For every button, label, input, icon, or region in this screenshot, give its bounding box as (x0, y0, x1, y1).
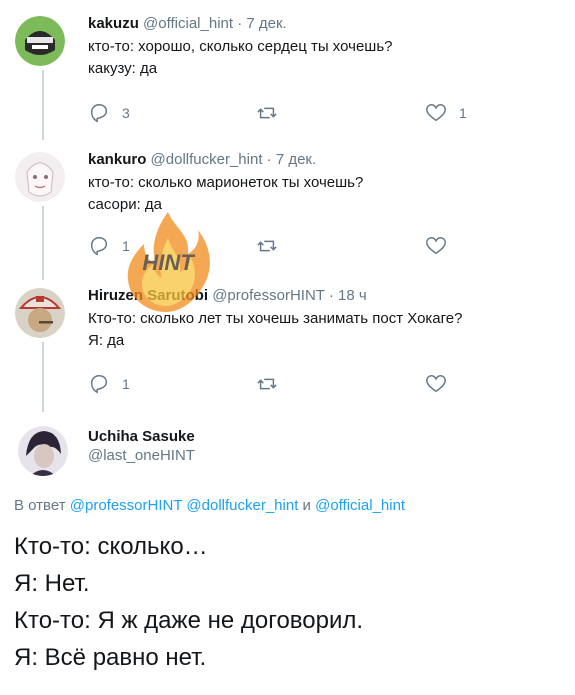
handle[interactable]: @dollfucker_hint (151, 151, 263, 168)
mention-link[interactable]: @official_hint (315, 497, 405, 514)
avatar[interactable] (15, 288, 65, 338)
tweet-header: Hiruzen Sarutobi @professorHINT · 18 ч (88, 287, 367, 304)
retweet-icon (257, 378, 277, 390)
tweet-line: Я: да (88, 332, 125, 349)
avatar[interactable] (15, 16, 65, 66)
tweet-line: сасори: да (88, 196, 163, 213)
reply-button[interactable]: 1 (88, 372, 130, 396)
avatar[interactable] (15, 152, 65, 202)
handle[interactable]: @official_hint (143, 15, 233, 32)
retweet-button[interactable] (256, 234, 290, 258)
tweet-text: кто-то: хорошо, сколько сердец ты хочешь… (88, 36, 565, 80)
thread-line-3 (42, 342, 44, 412)
thread-line-1 (42, 70, 44, 140)
timestamp[interactable]: 18 ч (338, 287, 367, 304)
reply-button[interactable]: 1 (88, 234, 130, 258)
handle[interactable]: @professorHINT (212, 287, 324, 304)
display-name[interactable]: kankuro (88, 151, 146, 168)
reply-icon (90, 237, 108, 256)
tweet-header: kankuro @dollfucker_hint · 7 дек. (88, 151, 317, 168)
tweet-line: Кто-то: Я ж даже не договорил. (14, 607, 364, 634)
like-button[interactable] (425, 234, 459, 258)
handle[interactable]: @last_oneHINT (88, 447, 565, 464)
reply-icon (90, 104, 108, 123)
like-button[interactable]: 1 (425, 101, 467, 125)
tweet-line: Я: Всё равно нет. (14, 644, 207, 671)
like-icon (426, 237, 446, 255)
like-icon (426, 375, 446, 393)
retweet-button[interactable] (256, 372, 290, 396)
tweet-header: kakuzu @official_hint · 7 дек. (88, 15, 287, 32)
tweet-line: кто-то: хорошо, сколько сердец ты хочешь… (88, 38, 393, 55)
tweet-line: Кто-то: сколько лет ты хочешь занимать п… (88, 310, 463, 327)
thread-line-2 (42, 206, 44, 280)
tweet-line: кто-то: сколько марионеток ты хочешь? (88, 174, 364, 191)
reply-icon (90, 375, 108, 394)
tweet-text: Кто-то: сколько лет ты хочешь занимать п… (88, 308, 565, 352)
timestamp[interactable]: 7 дек. (276, 151, 316, 168)
reply-button[interactable]: 3 (88, 101, 130, 125)
display-name[interactable]: Hiruzen Sarutobi (88, 287, 208, 304)
like-icon (426, 104, 446, 122)
display-name[interactable]: Uchiha Sasuke (88, 428, 565, 445)
like-button[interactable] (425, 372, 459, 396)
retweet-button[interactable] (256, 101, 290, 125)
mention-link[interactable]: @professorHINT (70, 497, 182, 514)
tweet-line: какузу: да (88, 60, 158, 77)
main-tweet-text: Кто-то: сколько… Я: Нет. Кто-то: Я ж даж… (14, 528, 363, 676)
tweet-text: кто-то: сколько марионеток ты хочешь? са… (88, 172, 565, 216)
display-name[interactable]: kakuzu (88, 15, 139, 32)
avatar[interactable] (18, 426, 68, 476)
retweet-icon (257, 240, 277, 252)
tweet-line: Кто-то: сколько… (14, 533, 208, 560)
tweet-line: Я: Нет. (14, 570, 90, 597)
reply-context: В ответ @professorHINT @dollfucker_hint … (14, 497, 406, 514)
mention-link[interactable]: @dollfucker_hint (186, 497, 298, 514)
retweet-icon (257, 107, 277, 119)
timestamp[interactable]: 7 дек. (246, 15, 286, 32)
